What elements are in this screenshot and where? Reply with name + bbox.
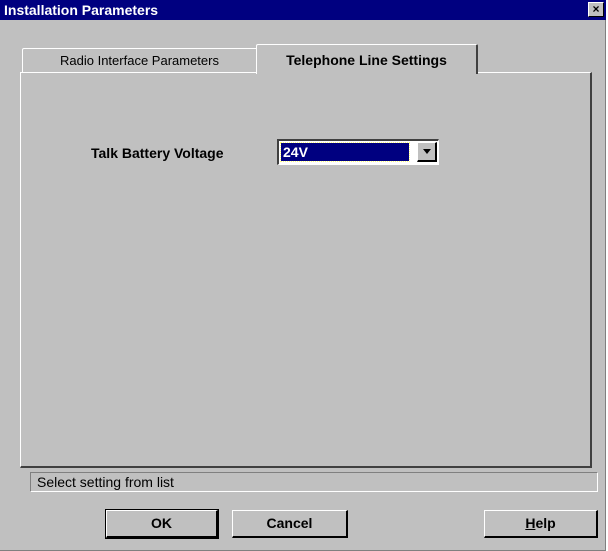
close-icon: × [592,2,600,16]
status-bar: Select setting from list [30,472,598,492]
talk-battery-voltage-select[interactable]: 24V [277,139,439,165]
cancel-button[interactable]: Cancel [232,510,348,538]
close-button[interactable]: × [588,2,604,17]
talk-battery-voltage-value: 24V [280,142,410,162]
title-bar[interactable]: Installation Parameters × [0,0,606,20]
talk-battery-voltage-label: Talk Battery Voltage [91,145,224,161]
help-label-rest: elp [535,515,556,531]
chevron-down-icon [423,149,431,154]
tab-telephone-line-settings[interactable]: Telephone Line Settings [256,44,478,74]
tab-panel-telephone-line-settings: Talk Battery Voltage 24V [20,72,592,468]
tab-radio-interface-parameters[interactable]: Radio Interface Parameters [22,48,258,72]
window-title: Installation Parameters [4,2,159,18]
installation-parameters-dialog: Installation Parameters × Radio Interfac… [0,0,606,551]
ok-button[interactable]: OK [105,509,219,539]
dropdown-button[interactable] [417,142,437,162]
help-mnemonic: H [525,515,536,531]
help-button[interactable]: Help [484,510,598,538]
